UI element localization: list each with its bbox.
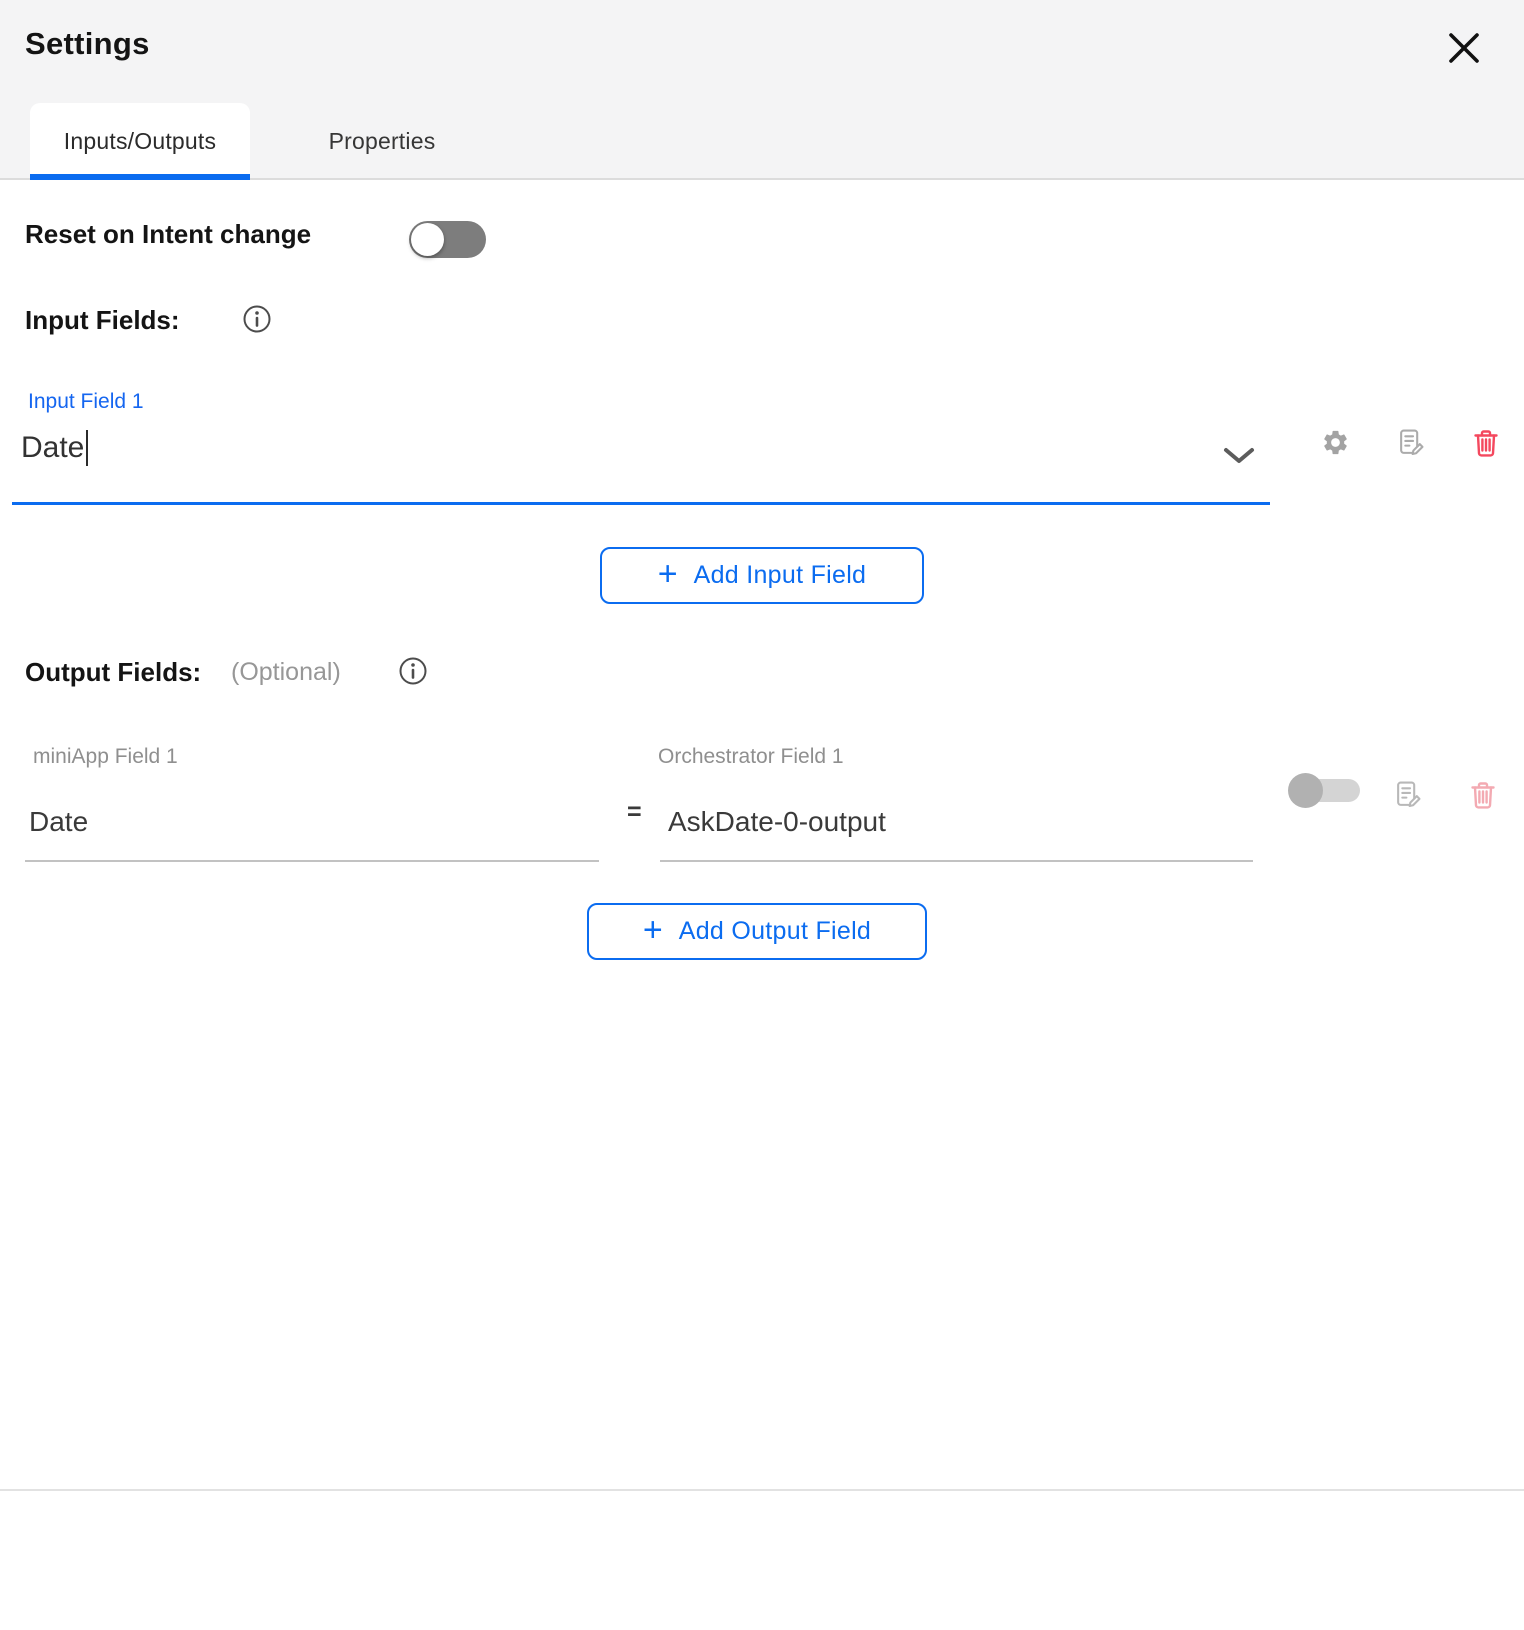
output-row-toggle[interactable] — [1288, 773, 1360, 808]
add-output-field-button[interactable]: + Add Output Field — [587, 903, 927, 960]
tab-inputs-outputs[interactable]: Inputs/Outputs — [30, 103, 250, 180]
active-tab-indicator — [30, 174, 250, 180]
input-field-underline — [12, 502, 1270, 505]
input-field-1-label: Input Field 1 — [28, 390, 144, 413]
edit-note-icon[interactable] — [1397, 428, 1426, 457]
tab-label: Properties — [328, 128, 436, 154]
input-field-1-input[interactable]: Date — [21, 430, 89, 466]
equals-sign: = — [627, 798, 642, 826]
add-input-field-label: Add Input Field — [693, 561, 867, 589]
close-button[interactable] — [1438, 22, 1490, 74]
tab-label: Inputs/Outputs — [63, 128, 217, 154]
delete-output-field-icon[interactable] — [1469, 780, 1497, 810]
orchestrator-field-underline — [660, 860, 1253, 862]
input-fields-heading: Input Fields: — [25, 305, 180, 335]
modal-title: Settings — [25, 26, 150, 61]
gear-icon[interactable] — [1321, 428, 1350, 457]
miniapp-field-input[interactable]: Date — [29, 806, 88, 838]
plus-icon: + — [642, 911, 663, 949]
toggle-knob — [1288, 773, 1323, 808]
settings-modal: Settings Inputs/Outputs Properties Reset… — [0, 0, 1524, 1630]
orchestrator-field-input[interactable]: AskDate-0-output — [668, 806, 886, 838]
reset-on-intent-toggle[interactable] — [409, 221, 486, 258]
input-fields-info-icon[interactable] — [242, 304, 272, 334]
modal-header: Settings Inputs/Outputs Properties — [0, 0, 1524, 180]
edit-note-icon[interactable] — [1394, 780, 1423, 809]
output-fields-optional: (Optional) — [231, 658, 341, 686]
text-cursor — [86, 430, 89, 466]
toggle-knob — [411, 223, 444, 256]
orchestrator-field-label: Orchestrator Field 1 — [658, 745, 844, 768]
output-fields-heading: Output Fields: — [25, 657, 202, 687]
chevron-down-icon[interactable] — [1222, 446, 1256, 466]
delete-input-field-icon[interactable] — [1472, 428, 1500, 458]
reset-on-intent-label: Reset on Intent change — [25, 219, 312, 249]
plus-icon: + — [657, 555, 678, 593]
input-field-1-value: Date — [21, 431, 85, 464]
add-output-field-label: Add Output Field — [678, 917, 872, 945]
output-fields-info-icon[interactable] — [398, 656, 428, 686]
close-icon — [1444, 28, 1484, 68]
modal-footer: Cancel Save — [0, 1489, 1524, 1630]
miniapp-field-label: miniApp Field 1 — [33, 745, 178, 768]
add-input-field-button[interactable]: + Add Input Field — [600, 547, 924, 604]
miniapp-field-underline — [25, 860, 599, 862]
tab-properties[interactable]: Properties — [262, 103, 502, 180]
